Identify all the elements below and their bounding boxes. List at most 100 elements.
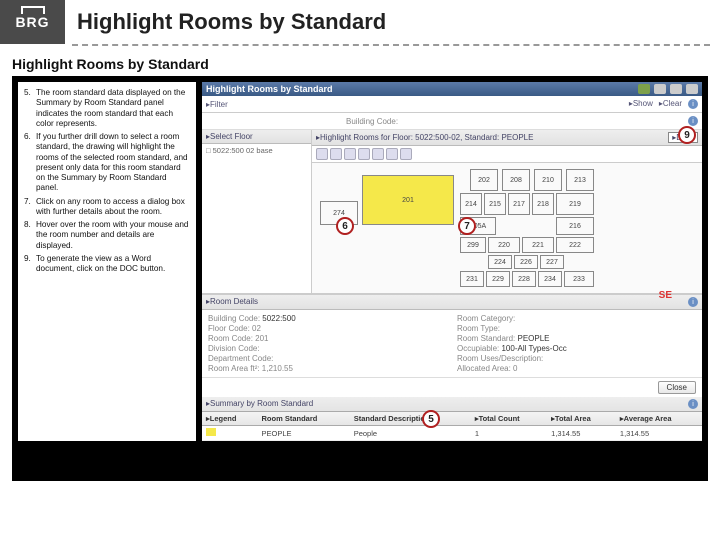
rd-type-label: Room Type: [457,324,500,333]
layers-icon[interactable] [400,148,412,160]
room-details-panel: ▸Room Details i Building Code: 5022:500 … [202,294,702,397]
help-icon[interactable]: i [688,297,698,307]
room-215[interactable]: 215 [484,193,506,215]
help-icon[interactable]: i [688,99,698,109]
col-std[interactable]: Room Standard [258,412,350,426]
highlight-pane: ▸Highlight Rooms for Floor: 5022:500-02,… [312,130,702,293]
col-legend[interactable]: ▸Legend [202,412,258,426]
rd-uses-label: Room Uses/Description: [457,354,543,363]
room-229[interactable]: 229 [486,271,510,287]
room-231[interactable]: 231 [460,271,484,287]
help-icon[interactable]: i [688,399,698,409]
cell-area: 1,314.55 [547,426,616,441]
room-214[interactable]: 214 [460,193,482,215]
rd-alloc-label: Allocated Area: 0 [457,364,517,373]
pan-icon[interactable] [358,148,370,160]
room-228[interactable]: 228 [512,271,536,287]
summary-title[interactable]: ▸Summary by Room Standard [206,399,313,409]
room-208[interactable]: 208 [502,169,530,191]
select-floor-pane: ▸Select Floor □ 5022:500 02 base [202,130,312,293]
room-216[interactable]: 216 [556,217,594,235]
room-details-header: ▸Room Details i [202,295,702,310]
clear-link[interactable]: ▸Clear [659,99,682,109]
cell-avg: 1,314.55 [616,426,702,441]
room-217[interactable]: 217 [508,193,530,215]
zoom-in-icon[interactable] [316,148,328,160]
cell-count: 1 [471,426,547,441]
instruction-item: 9.To generate the view as a Word documen… [24,254,190,275]
rd-div-label: Division Code: [208,344,260,353]
rd-occ-val: 100-All Types-Occ [501,344,566,353]
room-210[interactable]: 210 [534,169,562,191]
instruction-item: 5.The room standard data displayed on th… [24,88,190,129]
rd-floor-label: Floor Code: 02 [208,324,261,333]
room-224[interactable]: 224 [488,255,512,269]
room-213[interactable]: 213 [566,169,594,191]
room-222[interactable]: 222 [556,237,594,253]
floorplan[interactable]: 201 274 202 208 210 213 214 215 217 218 … [312,163,702,293]
app-section-title: Highlight Rooms by Standard [202,82,702,96]
callout-9: 9 [678,126,696,144]
callout-se: SE [659,290,672,301]
subtitle-bar: Highlight Rooms by Standard [12,54,708,76]
rd-bldg-label: Building Code: [208,314,260,323]
rd-occ-label: Occupiable: [457,344,499,353]
rd-room-label: Room Code: 201 [208,334,268,343]
col-count[interactable]: ▸Total Count [471,412,547,426]
slide-header: BRG Highlight Rooms by Standard [0,0,720,44]
content-panel: 5.The room standard data displayed on th… [12,76,708,481]
select-floor-body: □ 5022:500 02 base [202,144,311,224]
callout-5: 5 [422,410,440,428]
export-xls-icon[interactable] [638,84,650,94]
room-221[interactable]: 221 [522,237,554,253]
rd-area-label: Room Area ft²: 1,210.55 [208,364,293,373]
room-226[interactable]: 226 [514,255,538,269]
help-icon[interactable]: i [688,116,698,126]
room-201[interactable]: 201 [362,175,454,225]
col-area[interactable]: ▸Total Area [547,412,616,426]
room-234[interactable]: 234 [538,271,562,287]
room-219[interactable]: 219 [556,193,594,215]
instruction-item: 7.Click on any room to access a dialog b… [24,197,190,218]
subtitle: Highlight Rooms by Standard [12,56,209,72]
cell-desc: People [350,426,471,441]
rd-std-val: PEOPLE [518,334,550,343]
select-icon[interactable] [372,148,384,160]
instruction-item: 6.If you further drill down to select a … [24,132,190,194]
instruction-item: 8.Hover over the room with your mouse an… [24,220,190,251]
email-icon[interactable] [670,84,682,94]
divider [72,44,710,46]
room-details-title[interactable]: ▸Room Details [206,297,258,307]
building-row: Building Code: i [202,113,702,130]
filter-label[interactable]: ▸Filter [206,100,228,109]
floor-item[interactable]: □ 5022:500 02 base [206,146,307,155]
building-label: Building Code: [346,117,398,126]
rd-cat-label: Room Category: [457,314,515,323]
close-button[interactable]: Close [658,381,696,394]
callout-7: 7 [458,217,476,235]
room-202[interactable]: 202 [470,169,498,191]
help-section-icon[interactable] [686,84,698,94]
table-row[interactable]: PEOPLE People 1 1,314.55 1,314.55 [202,426,702,441]
zoom-extents-icon[interactable] [344,148,356,160]
room-218[interactable]: 218 [532,193,554,215]
room-219b[interactable]: 299 [460,237,486,253]
close-row: Close [202,377,702,397]
zoom-out-icon[interactable] [330,148,342,160]
highlight-header-text: ▸Highlight Rooms for Floor: 5022:500-02,… [316,133,533,142]
print-icon[interactable] [654,84,666,94]
room-227[interactable]: 227 [540,255,564,269]
room-233[interactable]: 233 [564,271,594,287]
instructions-column: 5.The room standard data displayed on th… [18,82,196,441]
col-avg[interactable]: ▸Average Area [616,412,702,426]
rd-dept-label: Department Code: [208,354,273,363]
measure-icon[interactable] [386,148,398,160]
show-link[interactable]: ▸Show [629,99,653,109]
col-desc[interactable]: Standard Description [350,412,471,426]
section-title-text: Highlight Rooms by Standard [206,84,333,94]
select-floor-header[interactable]: ▸Select Floor [202,130,311,144]
room-220[interactable]: 220 [488,237,520,253]
floor-and-plan: ▸Select Floor □ 5022:500 02 base ▸Highli… [202,130,702,294]
slide-title: Highlight Rooms by Standard [77,9,386,35]
drawing-toolbar [312,146,702,163]
